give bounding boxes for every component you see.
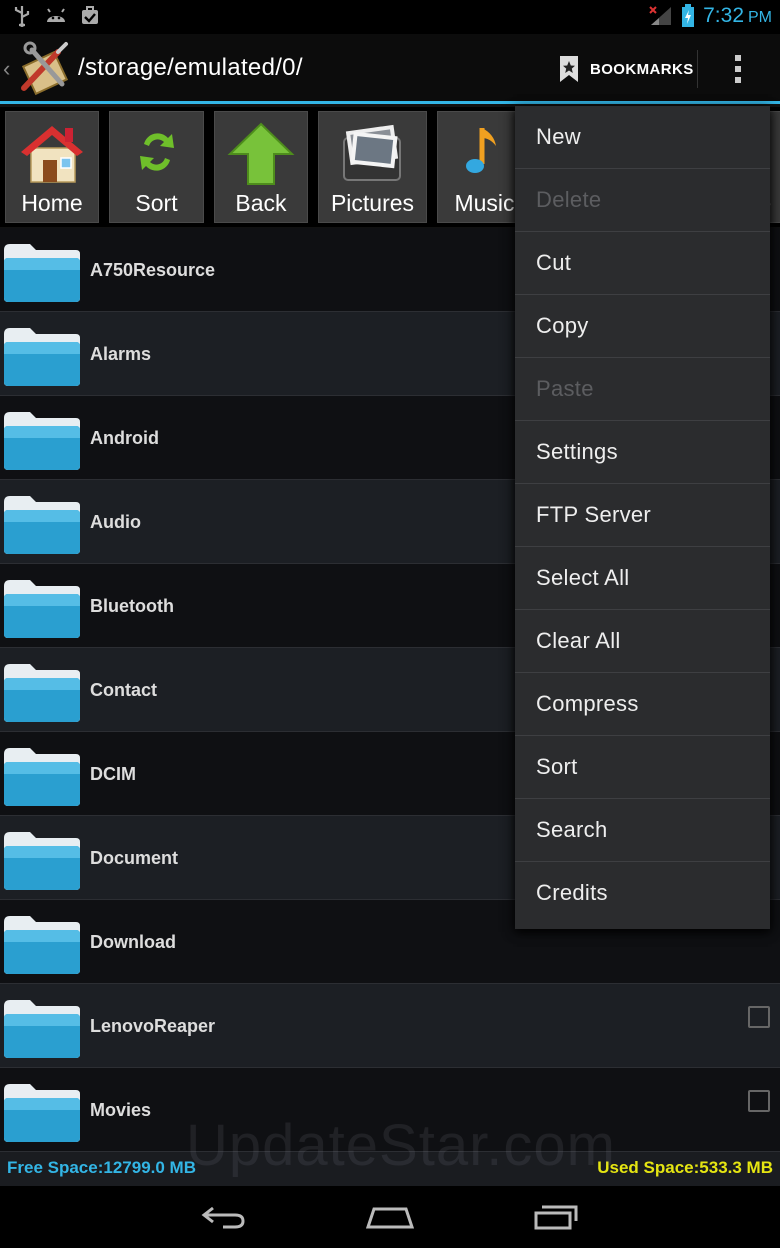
navigation-bar <box>0 1186 780 1248</box>
status-bar: 7:32 PM <box>0 0 780 34</box>
menu-item-label: Delete <box>536 187 602 212</box>
bookmark-icon <box>560 56 578 82</box>
file-name: Alarms <box>90 344 152 364</box>
folder-icon <box>4 244 80 302</box>
menu-item-label: Select All <box>536 565 630 590</box>
toolbar-label: Sort <box>135 190 178 216</box>
folder-icon <box>4 580 80 638</box>
menu-item-label: Compress <box>536 691 639 716</box>
bookmarks-button[interactable]: BOOKMARKS <box>558 50 694 88</box>
back-arrow-icon <box>227 122 295 185</box>
select-checkbox[interactable] <box>748 1090 770 1112</box>
file-name: Android <box>90 428 159 448</box>
file-name: Audio <box>90 512 141 532</box>
battery-charging-icon <box>682 4 695 27</box>
file-name: Movies <box>90 1100 152 1120</box>
menu-item-label: FTP Server <box>536 502 652 527</box>
folder-icon <box>4 748 80 806</box>
watermark: UpdateStar.com <box>186 1113 616 1178</box>
file-name: DCIM <box>90 764 136 784</box>
toolbar-back-button[interactable]: Back <box>214 111 308 223</box>
folder-icon <box>4 1084 80 1142</box>
toolbar-home-button[interactable]: Home <box>5 111 99 223</box>
folder-icon <box>4 832 80 890</box>
home-nav-icon[interactable] <box>360 1200 420 1234</box>
menu-item-label: Sort <box>536 754 578 779</box>
menu-item-credits[interactable]: Credits <box>515 862 770 925</box>
current-path: /storage/emulated/0/ <box>78 54 303 81</box>
android-debug-icon <box>44 5 68 27</box>
file-name: Bluetooth <box>90 596 174 616</box>
menu-item-ftp-server[interactable]: FTP Server <box>515 484 770 547</box>
menu-item-delete: Delete <box>515 169 770 232</box>
file-name: A750Resource <box>90 260 216 280</box>
menu-item-label: New <box>536 124 581 149</box>
file-name: LenovoReaper <box>90 1016 216 1036</box>
task-done-icon <box>78 5 102 27</box>
menu-item-search[interactable]: Search <box>515 799 770 862</box>
file-row[interactable]: LenovoReaper <box>0 984 780 1068</box>
menu-item-label: Cut <box>536 250 572 275</box>
folder-icon <box>4 664 80 722</box>
menu-item-cut[interactable]: Cut <box>515 232 770 295</box>
folder-icon <box>4 412 80 470</box>
action-divider <box>697 50 698 88</box>
free-space: Free Space:12799.0 MB <box>7 1158 196 1177</box>
back-nav-icon[interactable] <box>194 1200 254 1234</box>
overflow-menu-icon[interactable] <box>726 52 750 86</box>
menu-item-compress[interactable]: Compress <box>515 673 770 736</box>
menu-item-label: Copy <box>536 313 589 338</box>
action-bar: ‹ /storage/emulated/0/ BOOKMARKS <box>0 34 780 104</box>
sort-icon <box>139 133 174 171</box>
menu-item-paste: Paste <box>515 358 770 421</box>
folder-icon <box>4 1000 80 1058</box>
up-caret-icon[interactable]: ‹ <box>3 56 10 82</box>
toolbar-sort-button[interactable]: Sort <box>109 111 204 223</box>
folder-icon <box>4 916 80 974</box>
toolbar-label: Home <box>21 190 83 216</box>
signal-icon <box>649 6 672 25</box>
search-icon <box>773 120 780 186</box>
folder-icon <box>4 328 80 386</box>
menu-item-new[interactable]: New <box>515 106 770 169</box>
file-name: Document <box>90 848 179 868</box>
toolbar-label: Pictures <box>330 190 415 216</box>
menu-item-settings[interactable]: Settings <box>515 421 770 484</box>
folder-icon <box>4 496 80 554</box>
menu-item-sort[interactable]: Sort <box>515 736 770 799</box>
used-space: Used Space:533.3 MB <box>597 1158 773 1177</box>
menu-item-label: Paste <box>536 376 594 401</box>
usb-icon <box>10 5 34 27</box>
menu-item-label: Settings <box>536 439 618 464</box>
bookmarks-label: BOOKMARKS <box>590 60 694 78</box>
menu-item-label: Credits <box>536 880 608 905</box>
file-name: Download <box>90 932 176 952</box>
toolbar-pictures-button[interactable]: Pictures <box>318 111 427 223</box>
app-logo-icon[interactable] <box>18 40 72 96</box>
toolbar-label: Back <box>235 190 287 216</box>
menu-item-select-all[interactable]: Select All <box>515 547 770 610</box>
overflow-menu: New Delete Cut Copy Paste Settings FTP S… <box>515 106 770 929</box>
menu-item-copy[interactable]: Copy <box>515 295 770 358</box>
menu-item-label: Search <box>536 817 608 842</box>
menu-item-clear-all[interactable]: Clear All <box>515 610 770 673</box>
select-checkbox[interactable] <box>748 1006 770 1028</box>
file-name: Contact <box>90 680 157 700</box>
menu-item-label: Clear All <box>536 628 621 653</box>
pictures-icon <box>342 124 401 181</box>
home-icon <box>21 126 83 183</box>
system-icons: 7:32 PM <box>649 4 772 28</box>
recents-nav-icon[interactable] <box>526 1200 586 1234</box>
clock: 7:32 PM <box>703 4 772 27</box>
notification-icons <box>10 5 102 27</box>
music-icon <box>465 128 496 173</box>
